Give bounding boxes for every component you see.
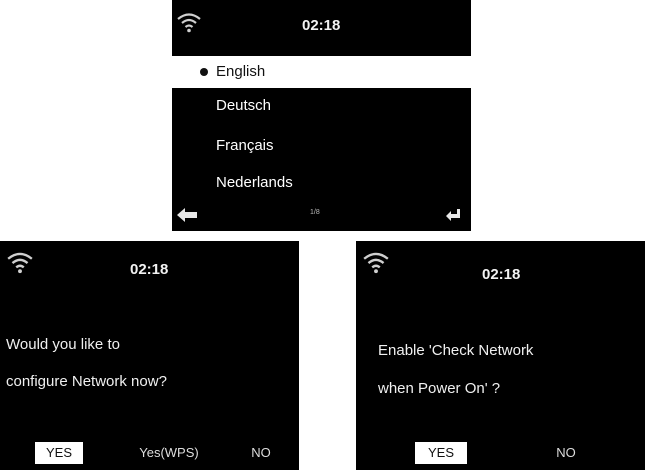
prompt-line-1: Enable 'Check Network (378, 342, 534, 359)
back-arrow-icon[interactable] (177, 207, 197, 223)
wifi-icon (177, 13, 201, 33)
language-option-nederlands[interactable]: Nederlands (172, 167, 471, 199)
language-option-deutsch[interactable]: Deutsch (172, 90, 471, 122)
enter-icon[interactable] (445, 208, 461, 222)
yes-button[interactable]: YES (35, 442, 83, 464)
prompt-line-1: Would you like to (6, 336, 120, 353)
no-button[interactable]: NO (544, 442, 588, 464)
language-select-screen: 02:18 English Deutsch Français Nederland… (172, 0, 471, 231)
wifi-icon (7, 252, 33, 274)
wifi-icon (363, 252, 389, 274)
language-option-francais[interactable]: Français (172, 130, 471, 162)
prompt-line-2: when Power On' ? (378, 380, 501, 397)
clock-time: 02:18 (130, 261, 169, 278)
language-label: Deutsch (216, 97, 272, 114)
prompt-line-2: configure Network now? (6, 373, 167, 390)
language-label: English (216, 63, 266, 80)
configure-network-screen: 02:18 Would you like to configure Networ… (0, 241, 299, 470)
language-label: Nederlands (216, 174, 293, 191)
page-indicator: 1/8 (310, 209, 320, 216)
clock-time: 02:18 (302, 17, 341, 34)
selected-bullet-icon (200, 68, 208, 76)
check-network-screen: 02:18 Enable 'Check Network when Power O… (356, 241, 645, 470)
yes-button[interactable]: YES (415, 442, 467, 464)
yes-wps-button[interactable]: Yes(WPS) (128, 442, 210, 464)
no-button[interactable]: NO (242, 442, 280, 464)
language-option-english[interactable]: English (172, 56, 471, 88)
clock-time: 02:18 (482, 266, 521, 283)
language-label: Français (216, 137, 274, 154)
